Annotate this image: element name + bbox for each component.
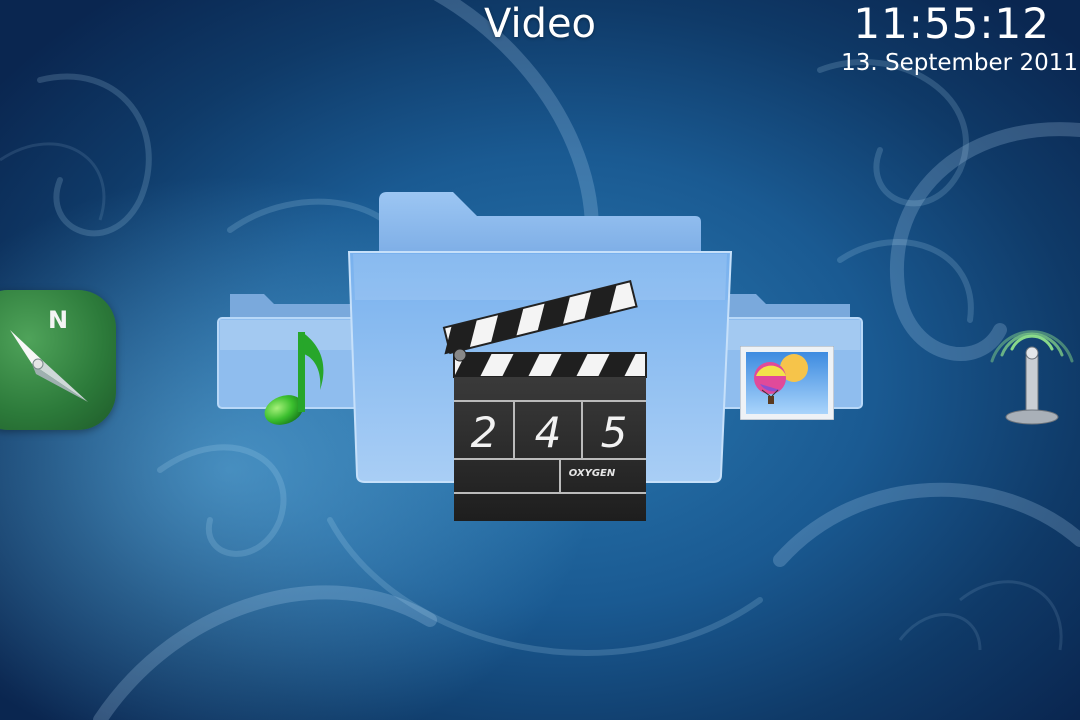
clapperboard-icon: 2 4 5 OXYGEN (442, 280, 647, 521)
clock-time: 11:55:12 (853, 0, 1050, 48)
clapper-digit: 4 (535, 408, 562, 457)
antenna-icon (990, 330, 1074, 425)
music-note-icon (264, 332, 324, 425)
clapper-brand: OXYGEN (569, 468, 616, 479)
clapper-digit: 5 (601, 408, 628, 457)
clock-date: 13. September 2011 (841, 50, 1078, 76)
menu-item-navigation[interactable]: N (0, 290, 116, 430)
compass-icon: N (10, 306, 88, 402)
menu-item-network[interactable] (982, 305, 1078, 431)
compass-letter: N (48, 306, 68, 334)
clapper-digit: 2 (471, 408, 498, 457)
picture-icon (740, 346, 834, 420)
